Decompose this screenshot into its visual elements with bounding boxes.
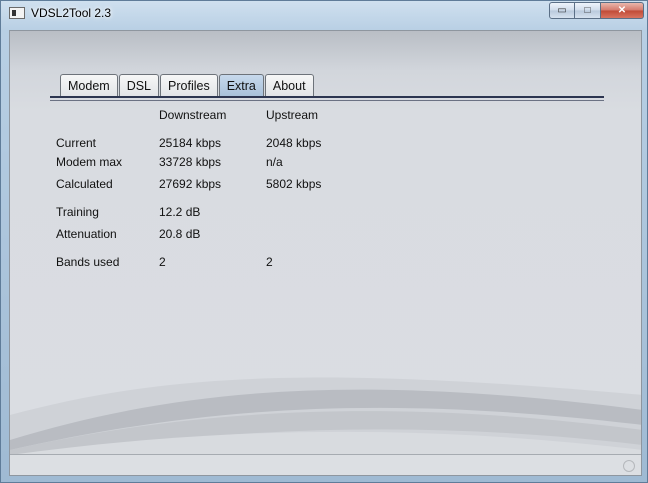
application-window: VDSL2Tool 2.3 ▭ □ ✕ Modem DSL Profiles E… xyxy=(0,0,648,483)
row-label-calculated: Calculated xyxy=(56,177,113,191)
window-controls: ▭ □ ✕ xyxy=(549,2,644,19)
attenuation-downstream: 20.8 dB xyxy=(159,227,201,241)
modem-max-downstream: 33728 kbps xyxy=(159,155,222,169)
tab-divider-shadow xyxy=(50,100,604,101)
client-area: Modem DSL Profiles Extra About Downstrea… xyxy=(9,30,642,476)
row-label-current: Current xyxy=(56,136,97,150)
calculated-upstream: 5802 kbps xyxy=(266,177,322,191)
maximize-button[interactable]: □ xyxy=(575,2,601,19)
header-upstream: Upstream xyxy=(266,108,319,122)
row-label-training: Training xyxy=(56,205,99,219)
tab-label: About xyxy=(272,78,306,93)
close-button[interactable]: ✕ xyxy=(601,2,644,19)
calculated-downstream: 27692 kbps xyxy=(159,177,222,191)
header-downstream: Downstream xyxy=(159,108,227,122)
modem-max-upstream: n/a xyxy=(266,155,283,169)
minimize-icon: ▭ xyxy=(557,5,567,16)
tab-label: Extra xyxy=(226,78,256,93)
tab-label: Modem xyxy=(68,78,110,93)
tab-divider xyxy=(50,96,604,98)
app-icon xyxy=(9,7,25,19)
tab-dsl[interactable]: DSL xyxy=(118,74,160,96)
resize-grip-icon[interactable] xyxy=(623,460,635,472)
training-downstream: 12.2 dB xyxy=(159,205,201,219)
tab-extra[interactable]: Extra xyxy=(218,74,264,96)
maximize-icon: □ xyxy=(584,5,591,16)
window-title: VDSL2Tool 2.3 xyxy=(31,6,112,20)
tab-profiles[interactable]: Profiles xyxy=(160,74,218,96)
tab-label: Profiles xyxy=(168,78,210,93)
tab-about[interactable]: About xyxy=(264,74,314,96)
tab-modem[interactable]: Modem xyxy=(60,74,118,96)
bands-used-downstream: 2 xyxy=(159,255,166,269)
tab-label: DSL xyxy=(126,78,152,93)
row-label-modem-max: Modem max xyxy=(56,155,123,169)
current-downstream: 25184 kbps xyxy=(159,136,222,150)
close-icon: ✕ xyxy=(617,5,627,16)
status-bar xyxy=(10,454,641,475)
minimize-button[interactable]: ▭ xyxy=(549,2,575,19)
row-label-attenuation: Attenuation xyxy=(56,227,117,241)
current-upstream: 2048 kbps xyxy=(266,136,322,150)
tab-bar: Modem DSL Profiles Extra About xyxy=(60,74,315,96)
title-bar[interactable]: VDSL2Tool 2.3 ▭ □ ✕ xyxy=(1,1,648,27)
bands-used-upstream: 2 xyxy=(266,255,273,269)
row-label-bands-used: Bands used xyxy=(56,255,120,269)
